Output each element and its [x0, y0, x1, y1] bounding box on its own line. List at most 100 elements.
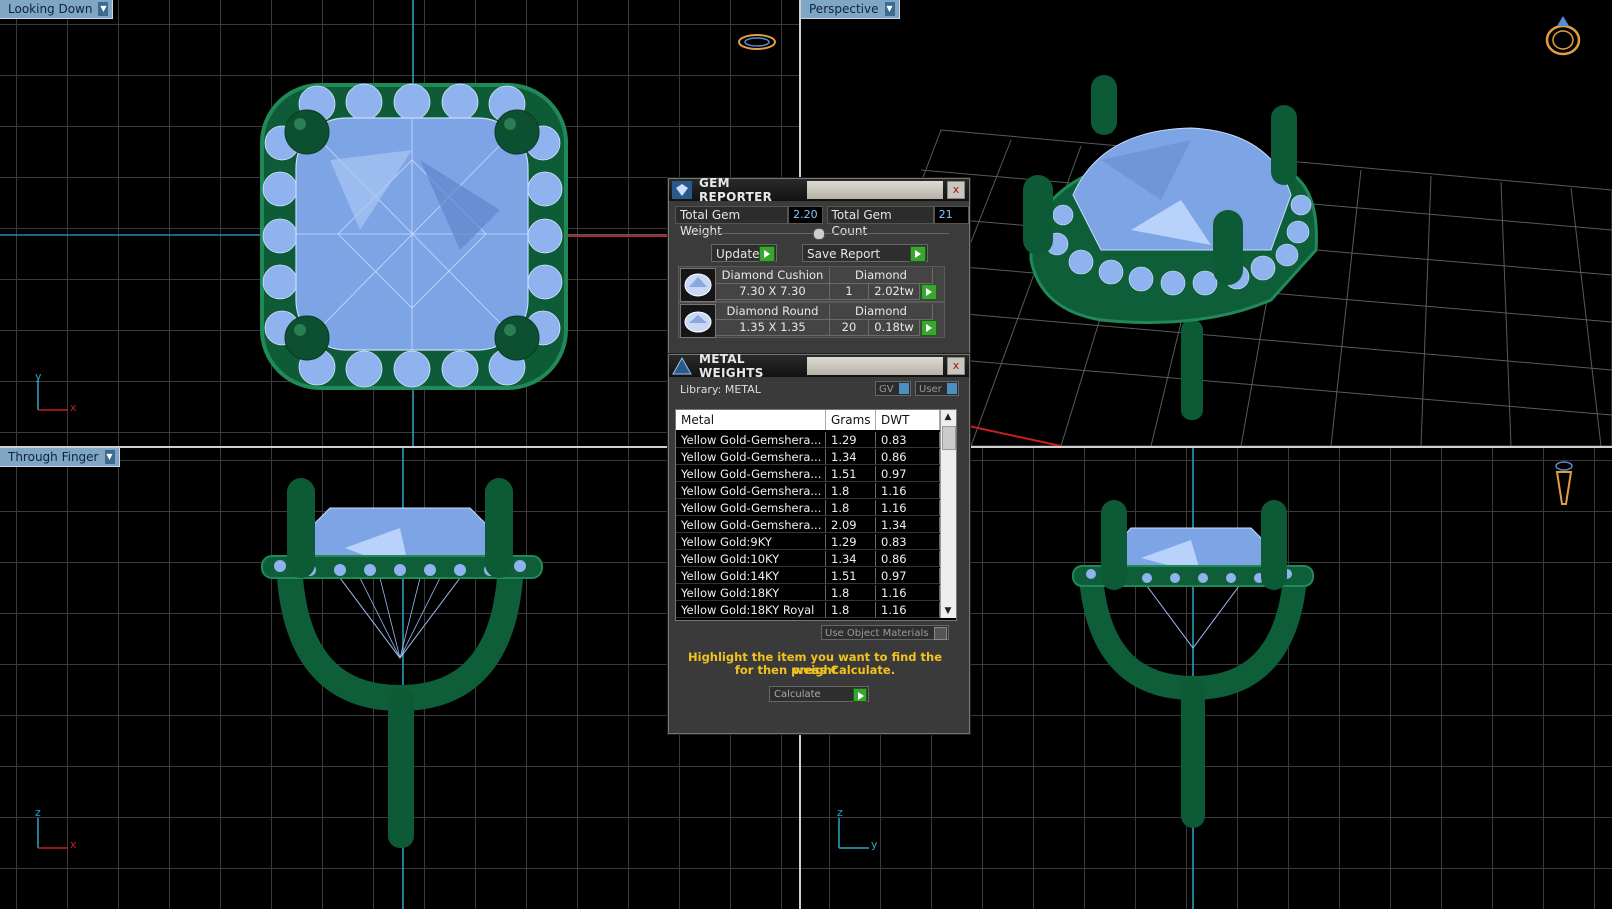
scroll-up-icon[interactable]: ▲	[943, 412, 953, 422]
grams-cell: 1.34	[826, 551, 876, 567]
dwt-cell: 1.16	[876, 483, 940, 499]
table-row[interactable]: Yellow Gold:18KY Royal 1.8 1.16	[676, 602, 940, 618]
dropdown-arrow-icon[interactable]: ▼	[98, 2, 109, 16]
total-gem-weight-row: Total Gem Weight 2.20 Total Gem Count 21	[675, 206, 969, 238]
gem-reporter-titlebar[interactable]: GEM REPORTER x	[669, 176, 969, 204]
table-row[interactable]: Yellow Gold-Gemshera... 1.8 1.16	[676, 483, 940, 499]
metal-cell: Yellow Gold-Gemshera...	[676, 432, 826, 448]
viewport-label-through-finger[interactable]: Through Finger ▼	[0, 448, 120, 467]
dropdown-arrow-icon[interactable]: ▼	[884, 2, 895, 16]
scroll-down-icon[interactable]: ▼	[943, 606, 953, 616]
user-toggle-label: User	[919, 384, 942, 395]
column-header-grams[interactable]: Grams	[826, 410, 876, 430]
save-report-button-label: Save Report	[807, 247, 881, 261]
ring-orientation-icon[interactable]	[736, 30, 778, 54]
metal-cell: Yellow Gold-Gemshera...	[676, 466, 826, 482]
round-gem-thumbnail-icon	[680, 304, 716, 338]
axis-label-z: z	[837, 806, 843, 819]
gem-material: Diamond	[830, 304, 933, 320]
metal-weights-panel: METAL WEIGHTS x Library: METAL GV User M…	[668, 352, 970, 734]
panel-title: METAL WEIGHTS	[699, 352, 764, 380]
ring-orientation-icon[interactable]	[1541, 12, 1585, 58]
table-row[interactable]: Yellow Gold:18KY 1.8 1.16	[676, 585, 940, 601]
close-button[interactable]: x	[947, 357, 965, 375]
save-report-button[interactable]: Save Report	[802, 244, 928, 262]
table-header: Metal Grams DWT	[676, 410, 940, 430]
ring-orientation-icon[interactable]	[1553, 458, 1575, 508]
viewport-title: Through Finger	[8, 450, 99, 464]
metal-cell: Yellow Gold-Gemshera...	[676, 517, 826, 533]
viewport-label-looking-down[interactable]: Looking Down ▼	[0, 0, 114, 19]
titlebar-grip[interactable]	[807, 357, 943, 375]
user-toggle[interactable]: User	[915, 381, 959, 396]
table-row[interactable]: Yellow Gold-Gemshera... 1.8 1.16	[676, 500, 940, 516]
calculate-button[interactable]: Calculate	[769, 686, 869, 702]
close-button[interactable]: x	[947, 181, 965, 199]
titlebar-grip[interactable]	[807, 181, 943, 199]
use-object-materials-toggle[interactable]: Use Object Materials	[821, 625, 949, 640]
library-label: Library: METAL	[680, 383, 761, 396]
metal-cell: Yellow Gold:18KY Royal	[676, 602, 826, 618]
gem-name: Diamond Cushion	[716, 268, 830, 284]
dwt-cell: 0.86	[876, 551, 940, 567]
gem-details-arrow-button[interactable]	[921, 320, 937, 336]
gem-row[interactable]: Diamond Cushion Diamond 7.30 X 7.30 1 2.…	[678, 266, 945, 302]
viewport-title: Perspective	[809, 2, 879, 16]
gem-weight: 2.02tw	[869, 284, 920, 300]
column-header-dwt[interactable]: DWT	[876, 410, 940, 430]
metal-cell: Yellow Gold-Gemshera...	[676, 500, 826, 516]
table-row[interactable]: Yellow Gold-Gemshera... 1.51 0.97	[676, 466, 940, 482]
grams-cell: 2.09	[826, 517, 876, 533]
use-object-materials-label: Use Object Materials	[825, 628, 929, 639]
update-button[interactable]: Update	[711, 244, 777, 262]
grams-cell: 1.8	[826, 483, 876, 499]
table-row[interactable]: Yellow Gold:9KY 1.29 0.83	[676, 534, 940, 550]
viewport-label-perspective[interactable]: Perspective ▼	[801, 0, 900, 19]
gem-count: 1	[830, 284, 869, 300]
grams-cell: 1.51	[826, 466, 876, 482]
play-arrow-icon	[759, 246, 775, 262]
table-row[interactable]: Yellow Gold-Gemshera... 2.09 1.34	[676, 517, 940, 533]
grams-cell: 1.34	[826, 449, 876, 465]
cushion-gem-thumbnail-icon	[680, 268, 716, 302]
axis-label-z: z	[35, 806, 41, 819]
total-gem-count-value: 21	[933, 206, 969, 224]
dwt-cell: 0.97	[876, 466, 940, 482]
splitter-handle-icon[interactable]	[813, 228, 825, 240]
grams-cell: 1.8	[826, 500, 876, 516]
metal-cell: Yellow Gold:9KY	[676, 534, 826, 550]
gem-details-arrow-button[interactable]	[921, 284, 937, 300]
scroll-thumb[interactable]	[942, 426, 956, 450]
dwt-cell: 1.34	[876, 517, 940, 533]
grams-cell: 1.8	[826, 585, 876, 601]
checkbox-icon[interactable]	[934, 627, 947, 640]
table-row[interactable]: Yellow Gold:14KY 1.51 0.97	[676, 568, 940, 584]
table-row[interactable]: Yellow Gold-Gemshera... 1.29 0.83	[676, 432, 940, 448]
axis-label-y: y	[35, 370, 42, 383]
gem-name: Diamond Round	[716, 304, 830, 320]
play-arrow-icon	[910, 246, 926, 262]
metal-cell: Yellow Gold:18KY	[676, 585, 826, 601]
play-arrow-icon	[853, 688, 867, 702]
table-row[interactable]: Yellow Gold-Gemshera... 1.34 0.86	[676, 449, 940, 465]
axis-label-x: x	[70, 401, 77, 414]
calculate-button-label: Calculate	[774, 689, 821, 700]
metal-weights-titlebar[interactable]: METAL WEIGHTS x	[669, 352, 969, 380]
grams-cell: 1.51	[826, 568, 876, 584]
metal-cell: Yellow Gold-Gemshera...	[676, 483, 826, 499]
gem-row[interactable]: Diamond Round Diamond 1.35 X 1.35 20 0.1…	[678, 302, 945, 338]
gem-reporter-panel: GEM REPORTER x Total Gem Weight 2.20 Tot…	[668, 176, 970, 354]
total-gem-weight-value: 2.20	[788, 206, 823, 224]
table-row[interactable]: Yellow Gold:10KY 1.34 0.86	[676, 551, 940, 567]
gem-weight: 0.18tw	[869, 320, 920, 336]
metal-weights-icon	[672, 356, 692, 375]
gv-toggle[interactable]: GV	[875, 381, 911, 396]
table-scrollbar[interactable]: ▲ ▼	[940, 410, 956, 618]
column-header-metal[interactable]: Metal	[676, 410, 826, 430]
grams-cell: 1.8	[826, 602, 876, 618]
metal-weights-table[interactable]: Metal Grams DWT Yellow Gold-Gemshera... 1…	[675, 409, 957, 621]
dwt-cell: 0.83	[876, 534, 940, 550]
dropdown-arrow-icon[interactable]: ▼	[104, 450, 115, 464]
gem-size: 1.35 X 1.35	[716, 320, 830, 336]
dwt-cell: 1.16	[876, 500, 940, 516]
